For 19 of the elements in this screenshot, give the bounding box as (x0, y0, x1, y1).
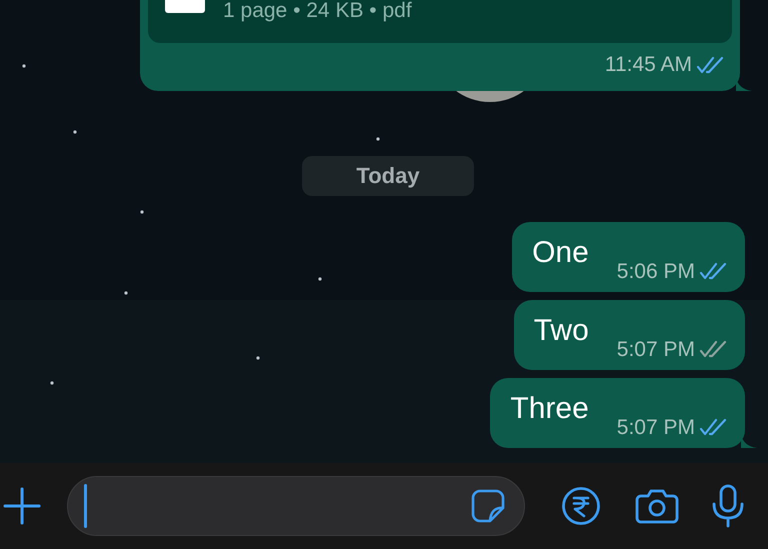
date-label: Today (302, 156, 474, 196)
message-text: Two (534, 314, 589, 346)
message-text: Three (510, 392, 589, 424)
message-bubble[interactable]: One 5:06 PM (512, 222, 745, 292)
message-bubble[interactable]: Two 5:07 PM (514, 300, 745, 370)
document-bubble[interactable]: 1 page • 24 KB • pdf 11:45 AM (140, 0, 740, 90)
message-time: 5:07 PM (616, 336, 695, 362)
microphone-icon[interactable] (711, 484, 745, 528)
message-time: 5:06 PM (616, 258, 695, 284)
message-text: One (532, 236, 589, 268)
plus-icon[interactable] (3, 487, 41, 525)
sticker-icon[interactable] (470, 488, 506, 524)
message-bubble[interactable]: Three 5:07 PM (490, 378, 745, 448)
rupee-icon[interactable] (561, 486, 601, 526)
message-time: 5:07 PM (616, 414, 695, 440)
message-time: 11:45 AM (604, 52, 692, 78)
camera-icon[interactable] (635, 488, 679, 524)
document-meta: 1 page • 24 KB • pdf (223, 0, 412, 21)
text-cursor (84, 484, 87, 528)
